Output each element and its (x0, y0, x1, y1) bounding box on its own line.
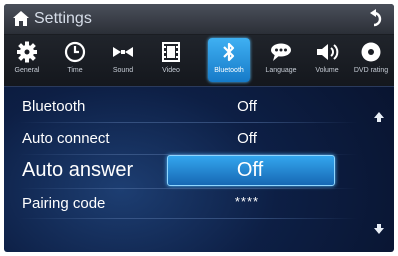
setting-value[interactable]: Off (202, 98, 292, 115)
tab-label: DVD rating (353, 67, 389, 74)
setting-value[interactable]: **** (202, 194, 292, 209)
tab-label: Language (265, 67, 297, 74)
tab-time[interactable]: Time (54, 38, 96, 82)
tab-label: Time (67, 67, 83, 74)
tab-bluetooth[interactable]: Bluetooth (208, 38, 250, 82)
clock-icon (64, 41, 86, 63)
setting-row-auto-connect[interactable]: Auto connect Off (4, 127, 364, 151)
tab-general[interactable]: General (6, 38, 48, 82)
home-icon[interactable] (12, 10, 30, 27)
speech-bubble-icon (271, 43, 291, 61)
tab-label: Bluetooth (214, 67, 244, 74)
film-icon (162, 42, 180, 62)
setting-value[interactable]: Off (202, 130, 292, 147)
header-bar: Settings (4, 4, 394, 35)
page-title: Settings (34, 10, 92, 27)
setting-row-bluetooth[interactable]: Bluetooth Off (4, 95, 364, 119)
gear-icon (17, 41, 37, 63)
arrow-up-icon[interactable] (372, 110, 386, 124)
tab-label: General (14, 67, 40, 74)
bluetooth-icon (223, 42, 235, 62)
row-divider (18, 154, 358, 155)
tab-language[interactable]: Language (260, 38, 302, 82)
setting-label: Auto connect (22, 130, 110, 147)
tab-sound[interactable]: Sound (102, 38, 144, 82)
back-arrow-icon[interactable] (368, 9, 388, 29)
tab-label: Volume (315, 67, 339, 74)
setting-row-pairing-code[interactable]: Pairing code **** (4, 192, 364, 216)
speaker-icon (317, 44, 339, 60)
disc-icon (361, 42, 381, 62)
settings-screen: Settings General Time Sound Video Blueto… (4, 4, 394, 252)
setting-value[interactable]: Off (200, 159, 300, 182)
tab-volume[interactable]: Volume (306, 38, 348, 82)
arrow-down-icon[interactable] (372, 222, 386, 236)
row-divider (18, 218, 358, 219)
tab-label: Sound (112, 67, 134, 74)
category-tab-bar: General Time Sound Video Bluetooth Langu… (4, 35, 394, 86)
setting-row-auto-answer[interactable]: Auto answer Off (4, 157, 364, 185)
divider (4, 86, 394, 87)
sound-icon (113, 47, 133, 57)
tab-dvd-rating[interactable]: DVD rating (350, 38, 392, 82)
setting-label: Bluetooth (22, 98, 86, 115)
tab-label: Video (162, 67, 180, 74)
tab-video[interactable]: Video (150, 38, 192, 82)
setting-label: Auto answer (22, 159, 134, 181)
setting-label: Pairing code (22, 195, 106, 212)
row-divider (18, 122, 358, 123)
row-divider (18, 188, 358, 189)
